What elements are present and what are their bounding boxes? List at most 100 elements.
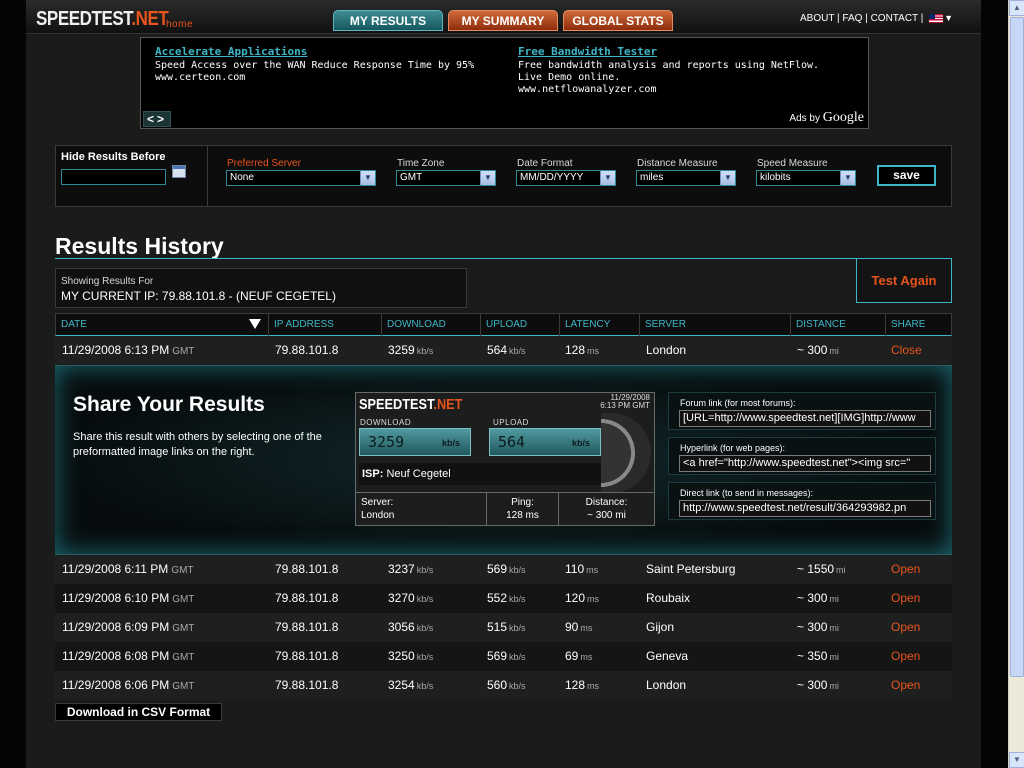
showing-results-box: Showing Results For MY CURRENT IP: 79.88… (55, 268, 467, 308)
column-header-date[interactable]: DATE (56, 314, 268, 336)
cell-date: 11/29/2008 6:08 PM GMT (62, 642, 194, 671)
cell-value[interactable]: Open (891, 649, 920, 663)
column-header-ip[interactable]: IP ADDRESS (268, 314, 381, 336)
cell-download: 3259 kb/s (388, 336, 433, 365)
ad-title[interactable]: Free Bandwidth Tester (518, 46, 838, 58)
column-header-upload[interactable]: UPLOAD (480, 314, 559, 336)
cell-date: 11/29/2008 6:11 PM GMT (62, 555, 194, 584)
chevron-down-icon[interactable]: ▼ (360, 171, 375, 185)
direct-link-field[interactable]: http://www.speedtest.net/result/36429398… (679, 500, 931, 517)
hide-results-date-input[interactable] (61, 169, 166, 185)
cell-value: 90 (565, 620, 579, 634)
cell-value[interactable]: Open (891, 678, 920, 692)
scrollbar-thumb[interactable] (1010, 17, 1024, 677)
cell-value: 79.88.101.8 (275, 591, 339, 605)
column-header-server[interactable]: SERVER (639, 314, 790, 336)
top-links-text[interactable]: ABOUT | FAQ | CONTACT | (800, 13, 923, 24)
ad-body: Free bandwidth analysis and reports usin… (518, 60, 820, 83)
timezone-select[interactable]: GMT ▼ (396, 170, 496, 186)
cell-value[interactable]: Close (891, 343, 922, 357)
cell-value: 11/29/2008 6:06 PM (62, 678, 170, 692)
direct-link-label: Direct link (to send in messages): (680, 488, 814, 498)
cell-unit: ms (580, 652, 593, 662)
cell-value: 3056 (388, 620, 415, 634)
table-header: DATE IP ADDRESS DOWNLOAD UPLOAD LATENCY … (55, 313, 952, 336)
home-link[interactable]: home (166, 19, 193, 30)
column-header-download[interactable]: DOWNLOAD (381, 314, 480, 336)
cell-value: 128 (565, 343, 586, 357)
forum-link-field[interactable]: [URL=http://www.speedtest.net][IMG]http:… (679, 410, 931, 427)
vertical-scrollbar[interactable]: ▲ ▼ (1008, 0, 1024, 768)
table-row: 11/29/2008 6:06 PM GMT 79.88.101.8 3254 kb/s… (55, 671, 952, 700)
chevron-down-icon[interactable]: ▼ (840, 171, 855, 185)
tab-global-stats[interactable]: GLOBAL STATS (563, 10, 673, 31)
site-logo[interactable]: SPEEDTEST.NET (36, 8, 169, 31)
cell-value: 79.88.101.8 (275, 620, 339, 634)
badge-download-value: 3259 (368, 433, 405, 451)
badge-logo-text: SPEEDTEST (359, 396, 434, 413)
sort-down-icon[interactable] (249, 319, 261, 329)
forum-link-box: Forum link (for most forums): [URL=http:… (668, 392, 936, 430)
toggle-share-link[interactable]: Open (891, 555, 920, 584)
cell-download: 3250 kb/s (388, 642, 433, 671)
ad-title[interactable]: Accelerate Applications (155, 46, 475, 58)
ad-item[interactable]: Accelerate Applications Speed Access ove… (155, 46, 475, 84)
badge-time-value: 6:13 PM GMT (600, 401, 650, 410)
chevron-down-icon[interactable]: ▼ (720, 171, 735, 185)
cell-value: 560 (487, 678, 508, 692)
scroll-up-icon[interactable]: ▲ (1009, 0, 1024, 16)
distance-measure-value: miles (640, 172, 664, 183)
cell-unit: kb/s (509, 594, 526, 604)
cell-value: 79.88.101.8 (275, 649, 339, 663)
chevron-down-icon[interactable]: ▼ (944, 13, 953, 23)
cell-latency: 110 ms (565, 555, 598, 584)
download-csv-button[interactable]: Download in CSV Format (55, 703, 222, 721)
toggle-share-link[interactable]: Close (891, 336, 922, 365)
preferred-server-select[interactable]: None ▼ (226, 170, 376, 186)
cell-latency: 128 ms (565, 336, 599, 365)
cell-value: Gijon (646, 620, 675, 634)
cell-unit: mi (829, 652, 839, 662)
distance-measure-select[interactable]: miles ▼ (636, 170, 736, 186)
test-again-button[interactable]: Test Again (856, 258, 952, 303)
speed-measure-select[interactable]: kilobits ▼ (756, 170, 856, 186)
toggle-share-link[interactable]: Open (891, 671, 920, 700)
tab-my-results[interactable]: MY RESULTS (333, 10, 443, 31)
badge-upload-value: 564 (498, 433, 526, 451)
toggle-share-link[interactable]: Open (891, 613, 920, 642)
cell-value: ~ 300 (797, 678, 828, 692)
chevron-down-icon[interactable]: ▼ (480, 171, 495, 185)
cell-value[interactable]: Open (891, 620, 920, 634)
table-row: 11/29/2008 6:11 PM GMT 79.88.101.8 3237 kb/s… (55, 555, 952, 584)
us-flag-icon[interactable] (929, 13, 944, 23)
ad-item[interactable]: Free Bandwidth Tester Free bandwidth ana… (518, 46, 838, 96)
cell-value: ~ 1550 (797, 562, 835, 576)
column-header-distance[interactable]: DISTANCE (790, 314, 885, 336)
badge-download-box: 3259 kb/s (359, 428, 471, 456)
cell-unit: ms (580, 623, 593, 633)
hyperlink-field[interactable]: <a href="http://www.speedtest.net"><img … (679, 455, 931, 472)
calendar-icon[interactable] (172, 165, 186, 178)
scroll-down-icon[interactable]: ▼ (1009, 752, 1024, 768)
cell-unit: ms (586, 565, 599, 575)
badge-details: Server: London Ping: 128 ms Distance: ~ 300… (356, 492, 654, 526)
cell-ip: 79.88.101.8 (275, 555, 338, 584)
cell-value: ~ 300 (797, 343, 828, 357)
cell-value[interactable]: Open (891, 591, 920, 605)
cell-value[interactable]: Open (891, 562, 920, 576)
tab-my-summary[interactable]: MY SUMMARY (448, 10, 558, 31)
top-links[interactable]: ABOUT | FAQ | CONTACT | ▼ (800, 13, 953, 24)
badge-isp: ISP: Neuf Cegetel (359, 463, 601, 485)
column-header-share: SHARE (885, 314, 951, 336)
ads-by-google[interactable]: Ads by Google (789, 110, 864, 126)
cell-unit: ms (587, 594, 600, 604)
chevron-down-icon[interactable]: ▼ (600, 171, 615, 185)
toggle-share-link[interactable]: Open (891, 642, 920, 671)
badge-ping: Ping: 128 ms (486, 493, 558, 526)
toggle-share-link[interactable]: Open (891, 584, 920, 613)
column-header-latency[interactable]: LATENCY (559, 314, 639, 336)
distance-measure-label: Distance Measure (637, 158, 718, 169)
save-button[interactable]: save (877, 165, 936, 186)
date-format-select[interactable]: MM/DD/YYYY ▼ (516, 170, 616, 186)
ad-nav-arrows[interactable]: <> (143, 111, 171, 127)
